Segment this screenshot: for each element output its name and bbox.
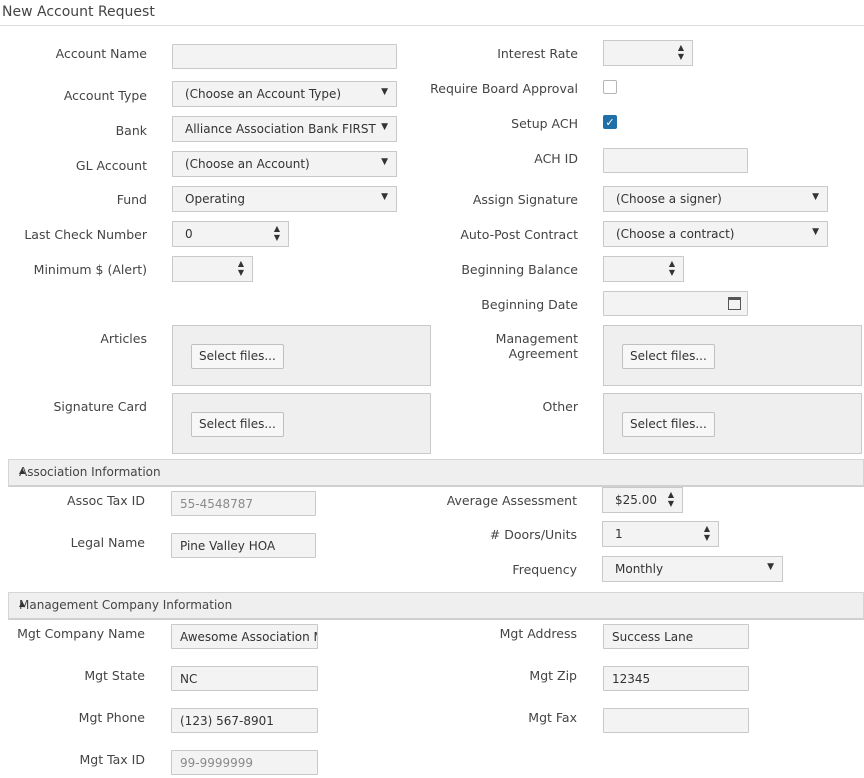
chevron-down-icon: ▼ <box>381 192 388 202</box>
mgt-address-label: Mgt Address <box>499 626 577 641</box>
spinner-arrows-icon[interactable]: ▲ ▼ <box>238 259 244 277</box>
auto-post-select[interactable]: (Choose a contract) ▼ <box>603 221 828 247</box>
assoc-tax-id-label: Assoc Tax ID <box>67 493 145 508</box>
setup-ach-checkbox[interactable]: ✓ <box>603 115 617 129</box>
mgmt-section-header[interactable]: Management Company Information ▲ <box>8 592 864 620</box>
minimum-alert-label: Minimum $ (Alert) <box>33 262 147 277</box>
mgt-phone-label: Mgt Phone <box>78 710 145 725</box>
chevron-down-icon: ▼ <box>381 157 388 167</box>
mgt-fax-field[interactable] <box>603 708 749 733</box>
legal-name-field[interactable]: Pine Valley HOA <box>171 533 316 558</box>
average-assessment-stepper[interactable]: $25.00 ▲ ▼ <box>602 487 683 513</box>
signature-card-upload-zone[interactable]: Select files... <box>172 393 431 454</box>
articles-select-files-button[interactable]: Select files... <box>191 344 284 369</box>
fund-label: Fund <box>116 192 147 207</box>
other-upload-zone[interactable]: Select files... <box>603 393 862 454</box>
assoc-tax-id-field[interactable]: 55-4548787 <box>171 491 316 516</box>
signature-card-label: Signature Card <box>53 399 147 414</box>
spinner-arrows-icon[interactable]: ▲ ▼ <box>704 524 710 542</box>
beginning-balance-label: Beginning Balance <box>461 262 578 277</box>
collapse-icon[interactable]: ▲ <box>19 466 859 475</box>
mgt-fax-label: Mgt Fax <box>528 710 577 725</box>
spinner-arrows-icon[interactable]: ▲ ▼ <box>668 490 674 508</box>
mgt-tax-id-label: Mgt Tax ID <box>79 752 145 767</box>
association-section-header[interactable]: Association Information ▲ <box>8 459 864 487</box>
check-icon: ✓ <box>605 116 615 129</box>
beginning-balance-stepper[interactable]: ▲ ▼ <box>603 256 684 282</box>
frequency-label: Frequency <box>512 562 577 577</box>
mgt-address-field[interactable]: Success Lane <box>603 624 749 649</box>
mgt-phone-field[interactable]: (123) 567-8901 <box>171 708 318 733</box>
beginning-date-label: Beginning Date <box>481 297 578 312</box>
minimum-alert-stepper[interactable]: ▲ ▼ <box>172 256 253 282</box>
last-check-label: Last Check Number <box>24 227 147 242</box>
gl-account-label: GL Account <box>75 158 147 173</box>
interest-rate-stepper[interactable]: ▲ ▼ <box>603 40 693 66</box>
chevron-down-icon: ▼ <box>381 87 388 97</box>
gl-account-select[interactable]: (Choose an Account) ▼ <box>172 151 397 177</box>
require-board-label: Require Board Approval <box>430 81 578 96</box>
last-check-value: 0 <box>185 227 193 241</box>
auto-post-value: (Choose a contract) <box>616 227 735 241</box>
doors-units-stepper[interactable]: 1 ▲ ▼ <box>602 521 719 547</box>
spinner-arrows-icon[interactable]: ▲ ▼ <box>669 259 675 277</box>
chevron-down-icon: ▼ <box>767 562 774 572</box>
signature-card-select-files-button[interactable]: Select files... <box>191 412 284 437</box>
beginning-date-input[interactable] <box>603 291 748 316</box>
account-type-value: (Choose an Account Type) <box>185 87 342 101</box>
chevron-down-icon: ▼ <box>381 122 388 132</box>
title-bar: New Account Request <box>0 0 864 26</box>
gl-account-value: (Choose an Account) <box>185 157 310 171</box>
mgt-company-name-field[interactable]: Awesome Association M <box>171 624 318 649</box>
doors-units-value: 1 <box>615 527 623 541</box>
require-board-checkbox[interactable] <box>603 80 617 94</box>
other-select-files-button[interactable]: Select files... <box>622 412 715 437</box>
bank-value: Alliance Association Bank FIRST <box>185 122 376 136</box>
management-agreement-label: Management Agreement <box>495 331 578 361</box>
setup-ach-label: Setup ACH <box>511 116 578 131</box>
management-agreement-select-files-button[interactable]: Select files... <box>622 344 715 369</box>
spinner-arrows-icon[interactable]: ▲ ▼ <box>274 224 280 242</box>
last-check-stepper[interactable]: 0 ▲ ▼ <box>172 221 289 247</box>
mgt-zip-label: Mgt Zip <box>529 668 577 683</box>
mgt-tax-id-field[interactable]: 99-9999999 <box>171 750 318 775</box>
spinner-arrows-icon[interactable]: ▲ ▼ <box>678 43 684 61</box>
page-title: New Account Request <box>2 4 155 20</box>
collapse-icon[interactable]: ▲ <box>19 599 859 608</box>
mgt-company-name-label: Mgt Company Name <box>17 626 145 641</box>
chevron-down-icon: ▼ <box>812 192 819 202</box>
assign-signature-label: Assign Signature <box>472 192 578 207</box>
frequency-select[interactable]: Monthly ▼ <box>602 556 783 582</box>
ach-id-label: ACH ID <box>534 151 578 166</box>
account-name-input[interactable] <box>172 44 397 69</box>
management-agreement-upload-zone[interactable]: Select files... <box>603 325 862 386</box>
chevron-down-icon: ▼ <box>812 227 819 237</box>
other-label: Other <box>542 399 579 414</box>
assign-signature-value: (Choose a signer) <box>616 192 722 206</box>
mgt-state-field[interactable]: NC <box>171 666 318 691</box>
articles-upload-zone[interactable]: Select files... <box>172 325 431 386</box>
average-assessment-value: $25.00 <box>615 493 657 507</box>
account-name-label: Account Name <box>55 46 147 61</box>
frequency-value: Monthly <box>615 562 664 576</box>
account-type-label: Account Type <box>63 88 147 103</box>
bank-label: Bank <box>115 123 147 138</box>
legal-name-label: Legal Name <box>70 535 145 550</box>
average-assessment-label: Average Assessment <box>446 493 577 508</box>
articles-label: Articles <box>100 331 147 346</box>
fund-value: Operating <box>185 192 245 206</box>
account-type-select[interactable]: (Choose an Account Type) ▼ <box>172 81 397 107</box>
interest-rate-label: Interest Rate <box>497 46 578 61</box>
calendar-icon[interactable] <box>728 297 741 310</box>
ach-id-input[interactable] <box>603 148 748 173</box>
bank-select[interactable]: Alliance Association Bank FIRST ▼ <box>172 116 397 142</box>
assign-signature-select[interactable]: (Choose a signer) ▼ <box>603 186 828 212</box>
mgt-state-label: Mgt State <box>84 668 145 683</box>
mgt-zip-field[interactable]: 12345 <box>603 666 749 691</box>
auto-post-label: Auto-Post Contract <box>460 227 578 242</box>
fund-select[interactable]: Operating ▼ <box>172 186 397 212</box>
doors-units-label: # Doors/Units <box>489 527 577 542</box>
